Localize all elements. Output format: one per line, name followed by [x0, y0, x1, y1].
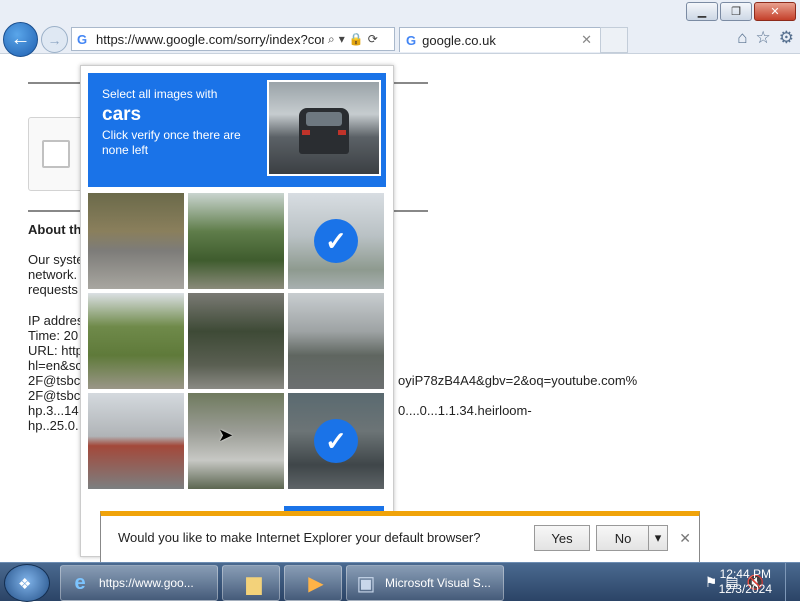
taskbar: ❖ e https://www.goo... ▆ ▶ ▣ Microsoft V…	[0, 562, 800, 602]
clock-date: 12/3/2024	[718, 582, 772, 596]
url-line-3: 2F@tsbc	[28, 373, 81, 388]
url-line-6: hp..25.0.	[28, 418, 79, 433]
ip-line: IP addres	[28, 313, 84, 328]
window-controls: ▁ ❐ ✕	[686, 2, 796, 21]
home-icon[interactable]: ⌂	[737, 28, 747, 48]
captcha-instruction: Select all images with	[102, 87, 218, 101]
captcha-tile[interactable]: ✓	[288, 193, 384, 289]
yes-button[interactable]: Yes	[534, 525, 590, 551]
tab-google[interactable]: G google.co.uk ✕	[399, 27, 601, 52]
media-player-icon: ▶	[308, 572, 324, 595]
captcha-tile[interactable]	[188, 193, 284, 289]
url-line-5: hp.3...14	[28, 403, 79, 418]
favorites-star-icon[interactable]: ☆	[756, 28, 771, 48]
clock[interactable]: 12:44 PM 12/3/2024	[719, 567, 772, 597]
para1-line1: Our syste	[28, 252, 84, 267]
para1-line2: network.	[28, 267, 78, 282]
captcha-tile[interactable]	[288, 293, 384, 389]
folder-icon: ▆	[246, 572, 262, 595]
minimize-button[interactable]: ▁	[686, 2, 718, 21]
action-center-flag-icon[interactable]: ⚑	[705, 574, 718, 591]
taskbar-vs-label: Microsoft Visual S...	[385, 576, 491, 590]
time-line: Time: 20	[28, 328, 79, 343]
taskbar-explorer[interactable]: ▆	[222, 565, 280, 601]
captcha-tile[interactable]	[88, 393, 184, 489]
taskbar-ie[interactable]: e https://www.goo...	[60, 565, 218, 601]
internet-explorer-icon: e	[74, 571, 86, 594]
taskbar-visual-studio[interactable]: ▣ Microsoft Visual S...	[346, 565, 504, 601]
settings-gear-icon[interactable]: ⚙	[779, 28, 794, 48]
notification-close-icon[interactable]: ✕	[679, 530, 691, 547]
captcha-tile[interactable]	[188, 393, 284, 489]
recaptcha-checkbox[interactable]	[42, 140, 70, 168]
captcha-challenge: Select all images with cars Click verify…	[80, 65, 394, 557]
show-desktop-button[interactable]	[785, 563, 800, 601]
mouse-cursor-icon: ➤	[218, 425, 234, 445]
car-image	[299, 108, 349, 154]
captcha-grid: ✓ ✓	[88, 193, 386, 489]
captcha-tile[interactable]	[188, 293, 284, 389]
captcha-hint: Click verify once there are none left	[102, 128, 241, 157]
selected-check-icon: ✓	[314, 419, 358, 463]
visual-studio-icon: ▣	[356, 572, 376, 595]
captcha-keyword: cars	[102, 104, 142, 125]
lock-icon[interactable]: 🔒	[349, 32, 364, 46]
browser-toolbar: ▁ ❐ ✕ ← → G https://www.google.com/sorry…	[0, 0, 800, 57]
restore-button[interactable]: ❐	[720, 2, 752, 21]
dropdown-icon[interactable]: ▾	[339, 32, 345, 46]
refresh-icon[interactable]: ⟳	[368, 32, 378, 46]
address-bar[interactable]: G https://www.google.com/sorry/index?con…	[71, 27, 395, 51]
url-line: URL: http	[28, 343, 83, 358]
back-button[interactable]: ←	[3, 22, 38, 57]
start-button[interactable]: ❖	[4, 564, 50, 602]
new-tab-button[interactable]	[600, 27, 628, 53]
tab-close-icon[interactable]: ✕	[581, 32, 592, 48]
windows-logo-icon: ❖	[18, 576, 32, 593]
notification-message: Would you like to make Internet Explorer…	[118, 530, 481, 545]
google-favicon-icon: G	[77, 31, 88, 47]
captcha-tile[interactable]: ✓	[288, 393, 384, 489]
default-browser-notification: Would you like to make Internet Explorer…	[100, 511, 700, 563]
captcha-sample-image	[267, 80, 381, 176]
para1-line3: requests	[28, 282, 78, 297]
url-line-2: hl=en&sc	[28, 358, 82, 373]
google-favicon-icon: G	[406, 32, 417, 48]
tab-title: google.co.uk	[422, 32, 496, 48]
recaptcha-widget	[28, 117, 85, 191]
captcha-header: Select all images with cars Click verify…	[88, 73, 386, 187]
close-button[interactable]: ✕	[754, 2, 796, 21]
toolbar-icons: ⌂ ☆ ⚙	[737, 28, 794, 48]
back-arrow-icon: ←	[10, 28, 31, 50]
url-tail-1: oyiP78zB4A4&gbv=2&oq=youtube.com%	[398, 373, 638, 388]
forward-arrow-icon: →	[47, 31, 62, 48]
selected-check-icon: ✓	[314, 219, 358, 263]
url-tail-2: 0....0...1.1.34.heirloom-	[398, 403, 532, 418]
forward-button[interactable]: →	[41, 26, 68, 53]
taskbar-ie-label: https://www.goo...	[99, 576, 194, 590]
clock-time: 12:44 PM	[719, 567, 771, 581]
taskbar-media-player[interactable]: ▶	[284, 565, 342, 601]
url-line-4: 2F@tsbc	[28, 388, 81, 403]
no-button[interactable]: No	[596, 525, 650, 551]
captcha-tile[interactable]	[88, 293, 184, 389]
about-heading: About th	[28, 222, 82, 237]
search-icon[interactable]: ⌕	[328, 32, 335, 47]
address-url[interactable]: https://www.google.com/sorry/index?cont	[96, 32, 324, 47]
no-dropdown-icon[interactable]: ▾	[648, 525, 668, 551]
captcha-tile[interactable]	[88, 193, 184, 289]
